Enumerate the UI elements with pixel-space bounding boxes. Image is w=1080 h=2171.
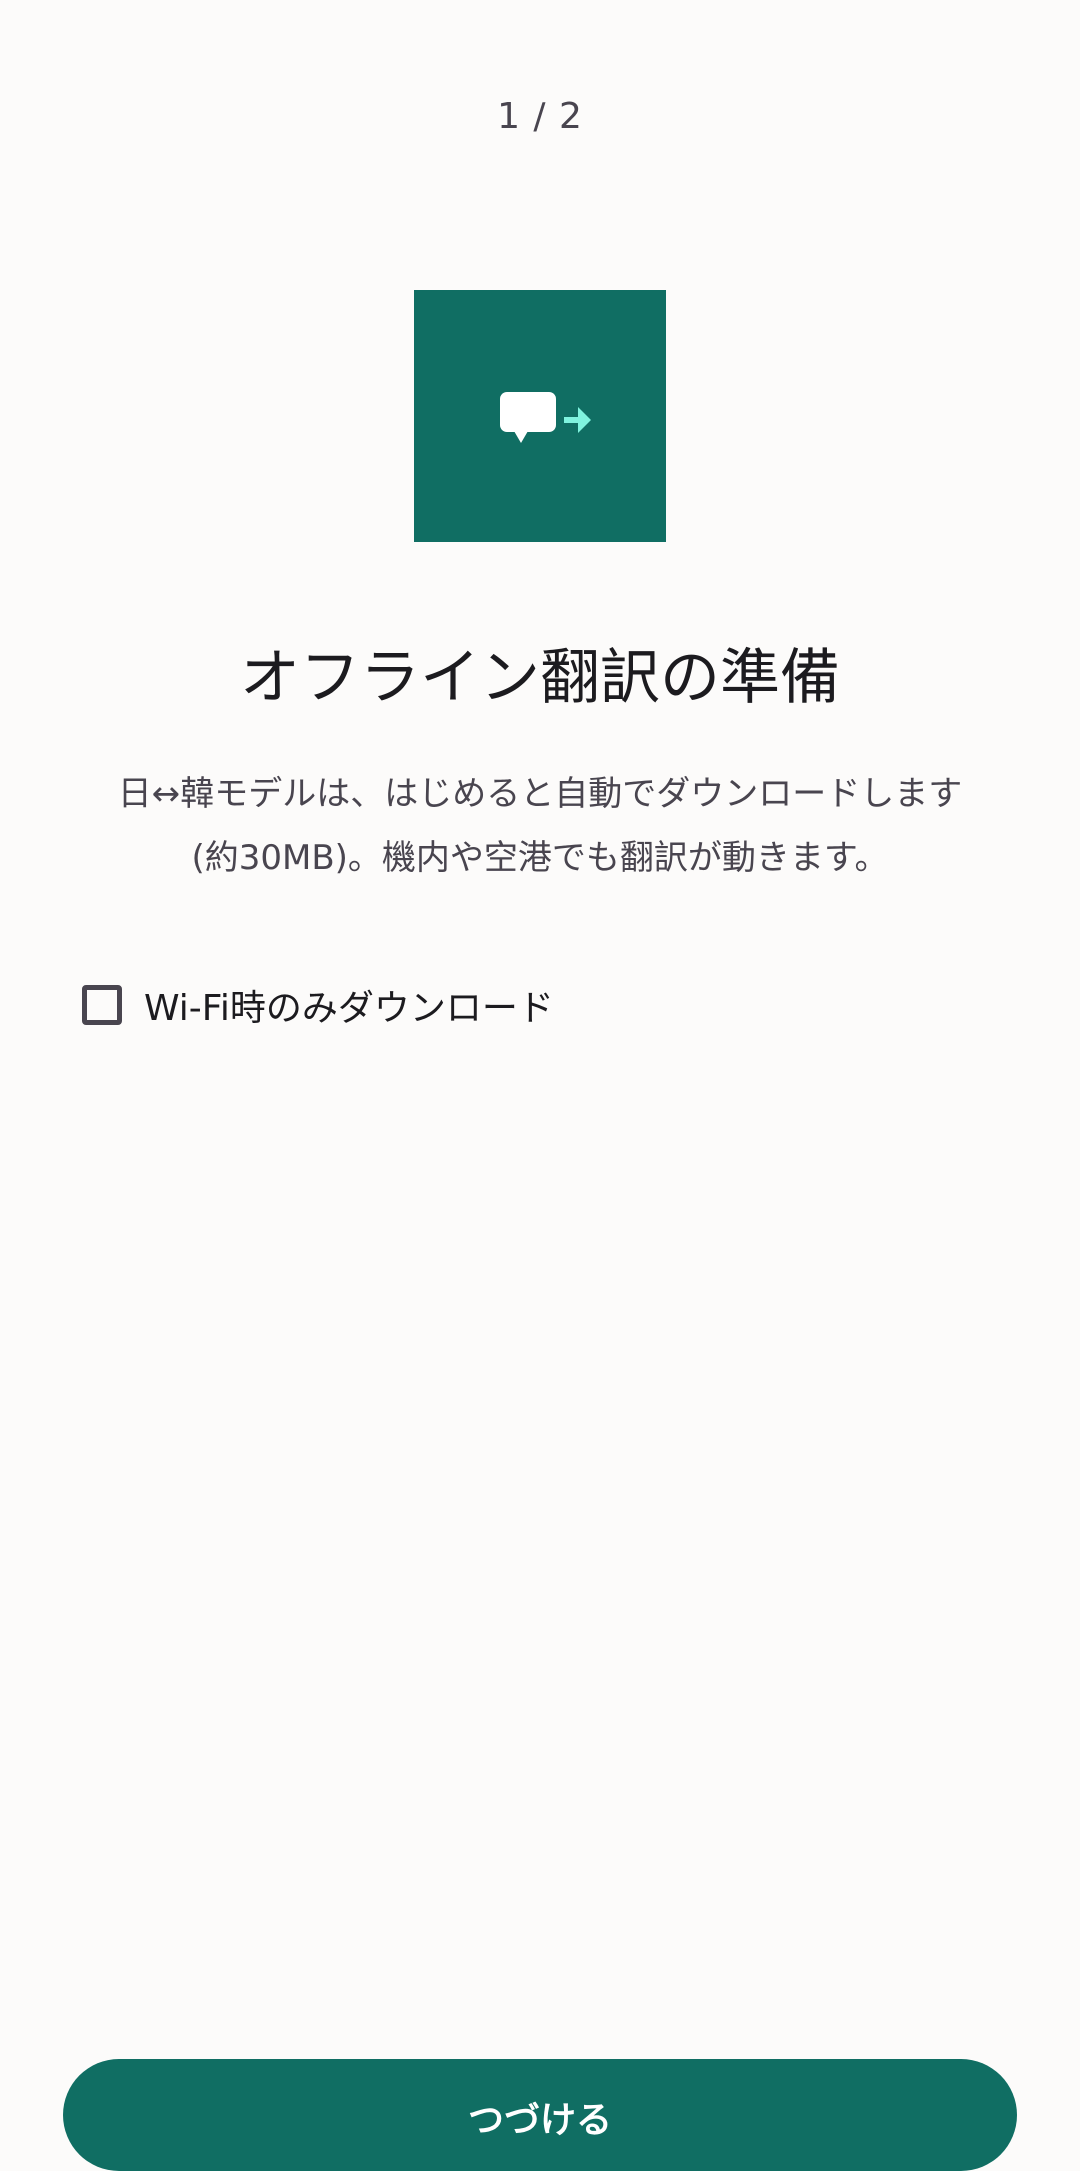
chat-bubble-arrow-icon	[500, 392, 591, 443]
step-indicator: 1 / 2	[497, 96, 583, 137]
hero-illustration	[414, 290, 666, 542]
continue-button-label: つづける	[467, 2100, 612, 2141]
continue-button[interactable]: つづける	[63, 2059, 1017, 2171]
page-title: オフライン翻訳の準備	[240, 643, 840, 713]
description-text: 日↔韓モデルは、はじめると自動でダウンロードします (約30MB)。機内や空港で…	[60, 762, 1020, 890]
wifi-only-checkbox[interactable]	[82, 985, 122, 1025]
description-line-1: 日↔韓モデルは、はじめると自動でダウンロードします	[117, 774, 963, 814]
description-line-2: (約30MB)。機内や空港でも翻訳が動きます。	[191, 838, 889, 878]
wifi-only-label[interactable]: Wi-Fi時のみダウンロード	[144, 979, 554, 1031]
wifi-only-option[interactable]: Wi-Fi時のみダウンロード	[82, 980, 554, 1030]
